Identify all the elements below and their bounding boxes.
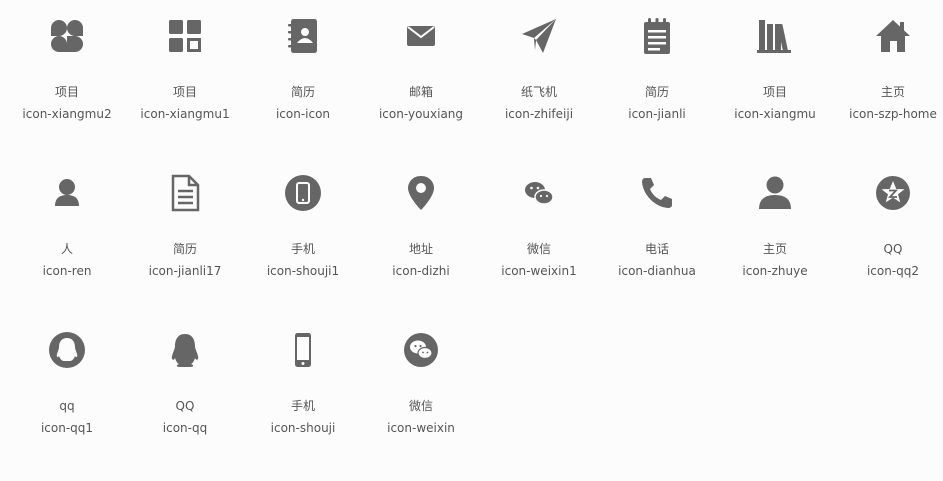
map-pin-icon (401, 173, 441, 213)
icon-card-xiangmu2[interactable]: 项目 icon-xiangmu2 (8, 10, 126, 167)
wechat-icon (519, 173, 559, 213)
icon-class-name: icon-youxiang (378, 107, 464, 121)
phone-circle-icon (283, 173, 323, 213)
icon-card-ren[interactable]: 人 icon-ren (8, 167, 126, 324)
icon-label: QQ (175, 399, 195, 413)
qq-penguin-icon (165, 330, 205, 370)
house-icon (873, 16, 913, 56)
paper-plane-icon (519, 16, 559, 56)
icon-label: 简历 (644, 85, 669, 99)
star-circle-icon (873, 173, 913, 213)
icon-label: 人 (60, 242, 73, 256)
icon-class-name: icon-dianhua (618, 264, 696, 278)
document-icon (165, 173, 205, 213)
icon-card-qq[interactable]: QQ icon-qq (126, 324, 244, 481)
icon-card-zhifeiji[interactable]: 纸飞机 icon-zhifeiji (480, 10, 598, 167)
icon-label: qq (59, 399, 75, 413)
wechat-circle-icon (401, 330, 441, 370)
icon-card-jianli[interactable]: 简历 icon-jianli (598, 10, 716, 167)
icon-card-qq2[interactable]: QQ icon-qq2 (834, 167, 943, 324)
icon-class-name: icon-weixin (387, 421, 455, 435)
mobile-phone-icon (283, 330, 323, 370)
telephone-icon (637, 173, 677, 213)
address-book-icon (283, 16, 323, 56)
icon-class-name: icon-xiangmu (734, 107, 816, 121)
icon-card-shouji[interactable]: 手机 icon-shouji (244, 324, 362, 481)
icon-class-name: icon-shouji (270, 421, 336, 435)
icon-class-name: icon-zhuye (742, 264, 808, 278)
icon-class-name: icon-zhifeiji (504, 107, 574, 121)
notepad-icon (637, 16, 677, 56)
icon-card-szp-home[interactable]: 主页 icon-szp-home (834, 10, 943, 167)
icon-class-name: icon-ren (42, 264, 92, 278)
icon-label: 手机 (290, 399, 315, 413)
icon-label: 手机 (290, 242, 315, 256)
icon-class-name: icon-icon (275, 107, 331, 121)
icon-class-name: icon-dizhi (392, 264, 450, 278)
four-petal-icon (47, 16, 87, 56)
icon-card-jianli17[interactable]: 简历 icon-jianli17 (126, 167, 244, 324)
icon-label: 纸飞机 (520, 85, 557, 99)
icon-label: 微信 (408, 399, 433, 413)
icon-label: 简历 (172, 242, 197, 256)
icon-card-shouji1[interactable]: 手机 icon-shouji1 (244, 167, 362, 324)
icon-label: 项目 (762, 85, 787, 99)
icon-class-name: icon-jianli (628, 107, 686, 121)
icon-card-weixin1[interactable]: 微信 icon-weixin1 (480, 167, 598, 324)
icon-card-zhuye[interactable]: 主页 icon-zhuye (716, 167, 834, 324)
person-icon (47, 173, 87, 213)
icon-label: 简历 (290, 85, 315, 99)
icon-card-xiangmu[interactable]: 项目 icon-xiangmu (716, 10, 834, 167)
icon-label: 主页 (762, 242, 787, 256)
icon-label: 微信 (526, 242, 551, 256)
icon-class-name: icon-shouji1 (266, 264, 340, 278)
user-icon (755, 173, 795, 213)
icon-card-icon[interactable]: 简历 icon-icon (244, 10, 362, 167)
icon-class-name: icon-weixin1 (501, 264, 577, 278)
icon-label: 电话 (644, 242, 669, 256)
icon-class-name: icon-xiangmu1 (140, 107, 230, 121)
icon-label: 项目 (172, 85, 197, 99)
icon-label: 主页 (880, 85, 905, 99)
icon-card-weixin[interactable]: 微信 icon-weixin (362, 324, 480, 481)
books-icon (755, 16, 795, 56)
icon-card-youxiang[interactable]: 邮箱 icon-youxiang (362, 10, 480, 167)
icon-class-name: icon-qq (162, 421, 208, 435)
icon-card-dizhi[interactable]: 地址 icon-dizhi (362, 167, 480, 324)
qq-circle-icon (47, 330, 87, 370)
icon-class-name: icon-xiangmu2 (22, 107, 112, 121)
icon-class-name: icon-szp-home (849, 107, 937, 121)
icon-class-name: icon-qq2 (866, 264, 920, 278)
icon-label: 地址 (408, 242, 433, 256)
envelope-icon (401, 16, 441, 56)
icon-label: 项目 (54, 85, 79, 99)
icon-class-name: icon-qq1 (40, 421, 94, 435)
icon-class-name: icon-jianli17 (148, 264, 222, 278)
icon-card-xiangmu1[interactable]: 项目 icon-xiangmu1 (126, 10, 244, 167)
grid-squares-icon (165, 16, 205, 56)
icon-card-dianhua[interactable]: 电话 icon-dianhua (598, 167, 716, 324)
icon-grid: 项目 icon-xiangmu2 项目 icon-xiangmu1 简历 ico… (8, 10, 943, 481)
icon-label: QQ (883, 242, 903, 256)
icon-card-qq1[interactable]: qq icon-qq1 (8, 324, 126, 481)
icon-label: 邮箱 (408, 85, 433, 99)
